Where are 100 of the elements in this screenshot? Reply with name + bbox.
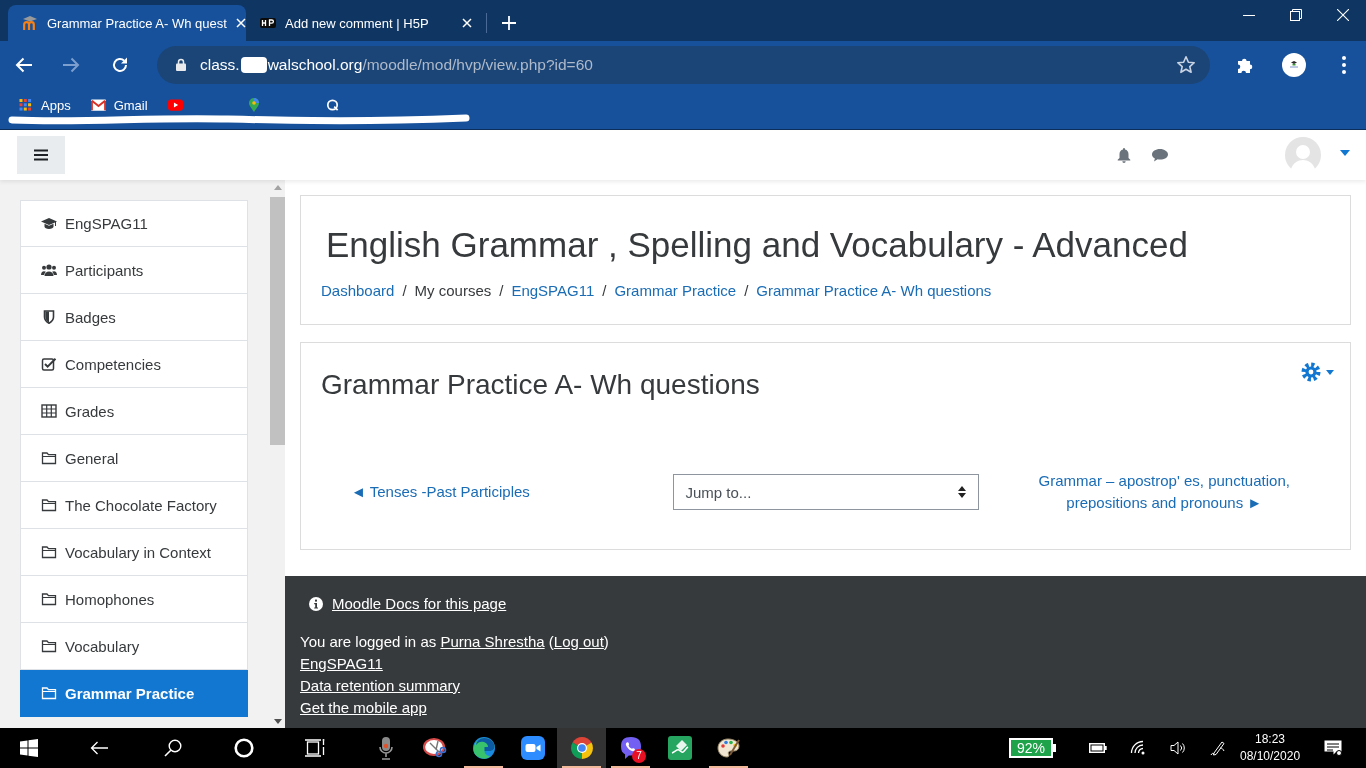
task-view-icon[interactable] [305, 739, 327, 757]
play-button-icon [167, 99, 183, 111]
battery-icon[interactable] [1089, 743, 1107, 753]
close-icon[interactable] [235, 18, 246, 28]
tricolor-ball-icon [569, 736, 594, 760]
caret-icon[interactable] [1340, 150, 1350, 156]
favicon-icon [260, 15, 276, 31]
clock-button[interactable]: 18:23 08/10/2020 [1240, 731, 1300, 765]
sidebar-item[interactable]: The Chocolate Factory [20, 482, 248, 529]
menu-button[interactable] [17, 136, 65, 174]
menu-icon [34, 149, 48, 161]
sidebar-item[interactable]: EngSPAG11 [20, 200, 248, 247]
bookmark[interactable] [324, 97, 340, 113]
bookmark[interactable]: Apps [18, 97, 71, 113]
sidebar-item[interactable]: Participants [20, 247, 248, 294]
pen-tile-icon [667, 736, 692, 760]
scrollbar-thumb[interactable] [270, 197, 285, 445]
pen-icon[interactable] [1210, 740, 1226, 756]
info-icon [309, 597, 323, 611]
back-arrow-icon[interactable] [15, 56, 33, 73]
folder-icon [41, 638, 57, 654]
activity-title: Grammar Practice A- Wh questions [321, 368, 760, 402]
notification-icon[interactable] [1324, 740, 1342, 756]
folder-icon [41, 450, 57, 466]
speech-bubble-icon[interactable] [1151, 148, 1169, 162]
settings-menu-button[interactable] [1301, 362, 1334, 382]
browser-tab[interactable]: Grammar Practice A- Wh quest [8, 5, 246, 41]
folder-icon [41, 497, 57, 513]
browser-tab[interactable]: Add new comment | H5P [246, 5, 484, 41]
folder-icon [41, 685, 57, 701]
back-arrow-icon[interactable] [90, 741, 108, 755]
url-text: class. [200, 55, 240, 74]
sidebar-item[interactable]: Homophones [20, 576, 248, 623]
url-text: walschool.org/moodle/mod/hvp/view.php?id=60 [267, 55, 593, 74]
wifi-icon[interactable] [1130, 740, 1146, 756]
shield-icon [41, 309, 57, 325]
folder-icon [41, 591, 57, 607]
star-icon[interactable] [1176, 54, 1196, 75]
close-icon[interactable] [462, 18, 472, 28]
letter-m-icon [22, 15, 38, 31]
breadcrumb-separator: / [499, 281, 504, 301]
search-icon[interactable] [164, 739, 182, 757]
breadcrumb-link[interactable]: EngSPAG11 [511, 280, 595, 302]
page-title: English Grammar , Spelling and Vocabulary - Advanced [326, 224, 1189, 266]
jump-to-select[interactable]: Jump to... [672, 474, 979, 510]
close-icon[interactable] [1337, 9, 1349, 21]
ring-icon[interactable] [234, 738, 254, 758]
footer-link[interactable]: Get the mobile app [300, 699, 427, 716]
settings-icon [1301, 362, 1321, 382]
plus-icon[interactable] [502, 16, 516, 30]
bookmark[interactable] [167, 97, 183, 113]
logout-link[interactable]: Log out [553, 633, 604, 650]
sidebar-item[interactable]: Grades [20, 388, 248, 435]
sidebar-item[interactable]: Badges [20, 294, 248, 341]
envelope-icon [90, 99, 106, 111]
apps-grid-icon [18, 99, 33, 111]
address-bar[interactable]: class. walschool.org/moodle/mod/hvp/view.php?id=60 [157, 45, 1210, 84]
video-camera-icon [520, 736, 545, 760]
previous-activity-link[interactable]: ◄ Tenses -Past Participles [351, 483, 530, 500]
bookmark[interactable] [248, 97, 259, 113]
windows-logo-icon[interactable] [20, 739, 38, 757]
notification-badge: 7 [632, 749, 646, 763]
reload-icon[interactable] [111, 55, 129, 74]
battery-percent: 92% [1008, 738, 1056, 758]
circle-favicon-icon [324, 99, 340, 111]
footer-link[interactable]: EngSPAG11 [300, 655, 383, 672]
redaction-block [240, 56, 267, 73]
breadcrumb-text: My courses [414, 281, 492, 301]
sidebar-item[interactable]: Grammar Practice [20, 670, 248, 717]
sort-arrows-icon [957, 486, 966, 498]
bell-icon[interactable] [1117, 147, 1131, 163]
docs-link[interactable]: Moodle Docs for this page [332, 593, 507, 615]
next-activity-link[interactable]: Grammar – apostrop' es, punctuation, prepositions and pronouns ► [1029, 470, 1300, 514]
restore-icon[interactable] [1290, 9, 1302, 21]
breadcrumb-link[interactable]: Grammar Practice [614, 280, 737, 302]
sidebar-item[interactable]: Vocabulary in Context [20, 529, 248, 576]
breadcrumb-link[interactable]: Dashboard [321, 280, 395, 302]
table-icon [41, 403, 57, 419]
sidebar-item[interactable]: Vocabulary [20, 623, 248, 670]
checkbox-icon [41, 356, 57, 372]
menu-icon[interactable] [1342, 55, 1346, 74]
breadcrumb-link[interactable]: Grammar Practice A- Wh questions [756, 280, 992, 302]
volume-icon[interactable] [1170, 740, 1186, 756]
taskbar-app-button[interactable] [557, 728, 606, 768]
bookmark[interactable]: Gmail [90, 97, 148, 113]
users-icon [41, 262, 57, 278]
profile-avatar-icon[interactable] [1282, 52, 1306, 77]
login-status-text: You are logged in as Purna Shrestha (Log out) [300, 632, 610, 652]
sidebar-item[interactable]: General [20, 435, 248, 482]
map-pin-icon [248, 98, 259, 112]
palette-icon [716, 736, 741, 760]
scroll-down-arrow-icon[interactable] [273, 719, 282, 724]
scissors-icon [422, 736, 447, 760]
taskbar-app-button[interactable]: 7 [606, 728, 655, 768]
caret-icon [1326, 369, 1334, 375]
user-name-link[interactable]: Purna Shrestha [440, 633, 545, 650]
folder-icon [41, 544, 57, 560]
sidebar-item[interactable]: Competencies [20, 341, 248, 388]
footer-link[interactable]: Data retention summary [300, 677, 461, 694]
swirl-icon [471, 736, 496, 760]
